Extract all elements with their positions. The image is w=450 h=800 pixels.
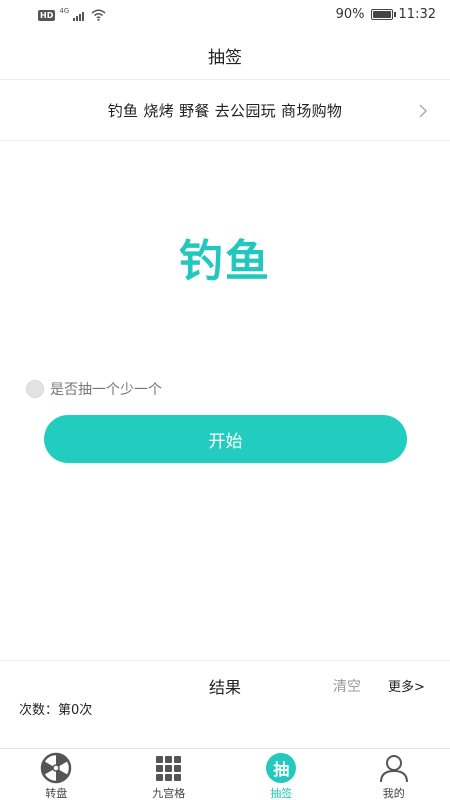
battery-percent: 90% (335, 7, 365, 22)
clock: 11:32 (398, 7, 436, 22)
nav-item-draw-lots[interactable]: 抽 抽签 (225, 749, 338, 800)
battery-icon (370, 9, 396, 20)
drawn-result: 钓鱼 (179, 236, 271, 287)
battery-fill (372, 11, 391, 18)
chevron-right-icon (419, 104, 427, 118)
draw-lots-icon: 抽 (265, 753, 297, 783)
user-icon (378, 753, 410, 783)
nav-item-profile[interactable]: 我的 (338, 749, 450, 800)
grid-icon (153, 753, 185, 783)
clear-button[interactable]: 清空 (333, 676, 361, 696)
page-title: 抽签 (208, 48, 242, 68)
remove-after-draw-toggle[interactable]: 是否抽一个少一个 (26, 379, 162, 399)
draw-lots-glyph: 抽 (266, 753, 297, 783)
network-type: 4G (59, 7, 70, 15)
results-title: 结果 (208, 678, 241, 697)
nav-item-grid[interactable]: 九宫格 (113, 749, 226, 800)
radio-button[interactable] (26, 380, 44, 398)
start-button[interactable]: 开始 (44, 415, 407, 463)
status-left: HD 4G (38, 7, 106, 21)
nav-label-wheel: 转盘 (45, 787, 68, 800)
nav-label-profile: 我的 (382, 787, 405, 800)
nav-label-grid: 九宫格 (152, 787, 186, 800)
nav-label-draw-lots: 抽签 (270, 787, 293, 800)
status-right: 90% 11:32 (336, 7, 436, 22)
signal-icon (73, 11, 85, 21)
options-row[interactable]: 钓鱼 烧烤 野餐 去公园玩 商场购物 (0, 81, 450, 141)
draw-count: 次数：第0次 (19, 703, 93, 718)
toggle-label: 是否抽一个少一个 (50, 382, 162, 398)
nav-item-wheel[interactable]: 转盘 (0, 749, 113, 800)
options-list-text: 钓鱼 烧烤 野餐 去公园玩 商场购物 (107, 102, 343, 120)
wheel-icon (40, 752, 72, 784)
results-panel: 结果 清空 更多> 次数：第0次 (0, 660, 450, 748)
title-bar: 抽签 (0, 32, 450, 80)
bottom-nav: 转盘 九宫格 抽 抽签 我的 (0, 748, 450, 800)
hd-badge: HD (38, 9, 56, 21)
status-bar: HD 4G 90% 11:32 (0, 0, 450, 32)
wifi-icon (91, 9, 106, 21)
more-button[interactable]: 更多> (388, 676, 425, 695)
